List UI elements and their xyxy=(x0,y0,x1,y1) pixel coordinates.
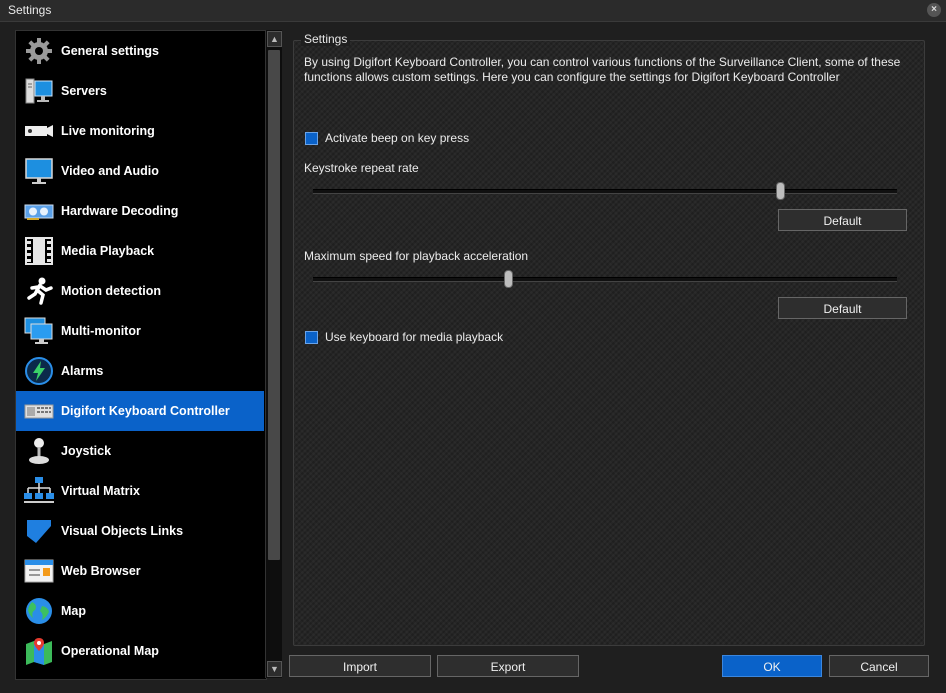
sidebar-item-label: Virtual Matrix xyxy=(61,484,140,498)
keystroke-repeat-rate-slider[interactable] xyxy=(313,182,897,200)
playback-default-button[interactable]: Default xyxy=(778,297,907,319)
title-bar: Settings × xyxy=(0,0,946,22)
network-tree-icon xyxy=(22,474,56,508)
sidebar-item-label: Motion detection xyxy=(61,284,161,298)
playback-slider-thumb[interactable] xyxy=(504,270,513,288)
beep-checkbox-row[interactable]: Activate beep on key press xyxy=(305,131,469,145)
keystroke-repeat-rate-label: Keystroke repeat rate xyxy=(304,161,419,175)
import-button[interactable]: Import xyxy=(289,655,431,677)
sidebar-item-alarms[interactable]: Alarms xyxy=(16,351,264,391)
media-checkbox-row[interactable]: Use keyboard for media playback xyxy=(305,330,503,344)
sidebar-item-web-browser[interactable]: Web Browser xyxy=(16,551,264,591)
sidebar-item-hardware-decoding[interactable]: Hardware Decoding xyxy=(16,191,264,231)
close-icon: × xyxy=(931,4,937,15)
browser-window-icon xyxy=(22,554,56,588)
export-button[interactable]: Export xyxy=(437,655,579,677)
sidebar-item-visual-objects-links[interactable]: Visual Objects Links xyxy=(16,511,264,551)
beep-checkbox-label[interactable]: Activate beep on key press xyxy=(325,131,469,145)
sidebar-item-map[interactable]: Map xyxy=(16,591,264,631)
keyboard-controller-icon xyxy=(22,394,56,428)
film-strip-icon xyxy=(22,234,56,268)
keystroke-slider-thumb[interactable] xyxy=(776,182,785,200)
media-playback-checkbox[interactable] xyxy=(305,330,318,344)
multi-monitor-icon xyxy=(22,314,56,348)
camera-icon xyxy=(22,114,56,148)
settings-sidebar: General settings Servers Live monitoring xyxy=(15,30,267,680)
media-playback-checkbox-label[interactable]: Use keyboard for media playback xyxy=(325,330,503,344)
sidebar-item-label: Visual Objects Links xyxy=(61,524,184,538)
joystick-icon xyxy=(22,434,56,468)
sidebar-item-label: Hardware Decoding xyxy=(61,204,179,218)
sidebar-item-virtual-matrix[interactable]: Virtual Matrix xyxy=(16,471,264,511)
servers-icon xyxy=(22,74,56,108)
close-button[interactable]: × xyxy=(927,3,941,17)
sidebar-item-label: Operational Map xyxy=(61,644,159,658)
blue-shape-icon xyxy=(22,514,56,548)
sidebar-item-label: Map xyxy=(61,604,86,618)
scroll-down-button[interactable]: ▼ xyxy=(267,661,282,677)
sidebar-item-live-monitoring[interactable]: Live monitoring xyxy=(16,111,264,151)
gear-icon xyxy=(22,34,56,68)
groupbox-caption: Settings xyxy=(301,32,351,46)
sidebar-item-label: Multi-monitor xyxy=(61,324,141,338)
sidebar-item-label: Joystick xyxy=(61,444,112,458)
sidebar-item-label: General settings xyxy=(61,44,159,58)
sidebar-item-general-settings[interactable]: General settings xyxy=(16,31,264,71)
lightning-icon xyxy=(22,354,56,388)
sidebar-item-media-playback[interactable]: Media Playback xyxy=(16,231,264,271)
map-pin-icon xyxy=(22,634,56,668)
sidebar-item-joystick[interactable]: Joystick xyxy=(16,431,264,471)
ok-button[interactable]: OK xyxy=(722,655,822,677)
sidebar-item-video-and-audio[interactable]: Video and Audio xyxy=(16,151,264,191)
sidebar-item-servers[interactable]: Servers xyxy=(16,71,264,111)
running-man-icon xyxy=(22,274,56,308)
sidebar-item-label: Media Playback xyxy=(61,244,155,258)
beep-checkbox[interactable] xyxy=(305,131,318,145)
playback-acceleration-slider[interactable] xyxy=(313,270,897,288)
scrollbar-thumb[interactable] xyxy=(268,50,280,560)
sidebar-item-label: Video and Audio xyxy=(61,164,159,178)
playback-acceleration-label: Maximum speed for playback acceleration xyxy=(304,249,529,263)
monitor-icon xyxy=(22,154,56,188)
cancel-button[interactable]: Cancel xyxy=(829,655,929,677)
sidebar-item-label: Alarms xyxy=(61,364,104,378)
window-title: Settings xyxy=(8,3,52,17)
sidebar-scrollbar[interactable]: ▲ ▼ xyxy=(265,30,282,678)
scroll-up-button[interactable]: ▲ xyxy=(267,31,282,47)
globe-icon xyxy=(22,594,56,628)
sidebar-item-multi-monitor[interactable]: Multi-monitor xyxy=(16,311,264,351)
sidebar-item-motion-detection[interactable]: Motion detection xyxy=(16,271,264,311)
sidebar-item-digifort-keyboard-controller[interactable]: Digifort Keyboard Controller xyxy=(16,391,264,431)
sidebar-item-label: Digifort Keyboard Controller xyxy=(61,404,230,418)
description-text: By using Digifort Keyboard Controller, y… xyxy=(304,55,901,84)
sidebar-item-label: Live monitoring xyxy=(61,124,155,138)
keystroke-default-button[interactable]: Default xyxy=(778,209,907,231)
sidebar-item-label: Servers xyxy=(61,84,107,98)
sidebar-item-label: Web Browser xyxy=(61,564,141,578)
gpu-card-icon xyxy=(22,194,56,228)
sidebar-item-operational-map[interactable]: Operational Map xyxy=(16,631,264,671)
